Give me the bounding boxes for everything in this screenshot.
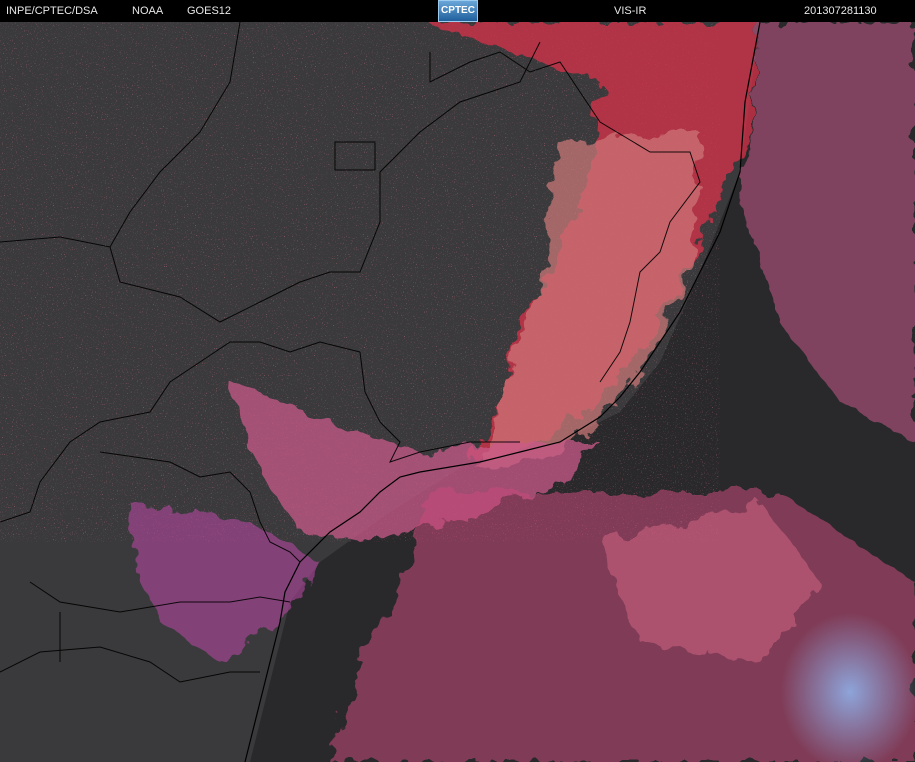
agency-label: INPE/CPTEC/DSA xyxy=(6,5,98,17)
image-header: INPE/CPTEC/DSA NOAA GOES12 CPTEC VIS-IR … xyxy=(0,0,915,22)
timestamp-label: 201307281130 xyxy=(804,5,877,17)
channel-label: VIS-IR xyxy=(614,5,647,17)
satellite-label: GOES12 xyxy=(187,5,232,17)
cptec-logo: CPTEC xyxy=(438,0,478,22)
source-label: NOAA xyxy=(132,5,164,17)
satellite-image xyxy=(0,22,915,762)
